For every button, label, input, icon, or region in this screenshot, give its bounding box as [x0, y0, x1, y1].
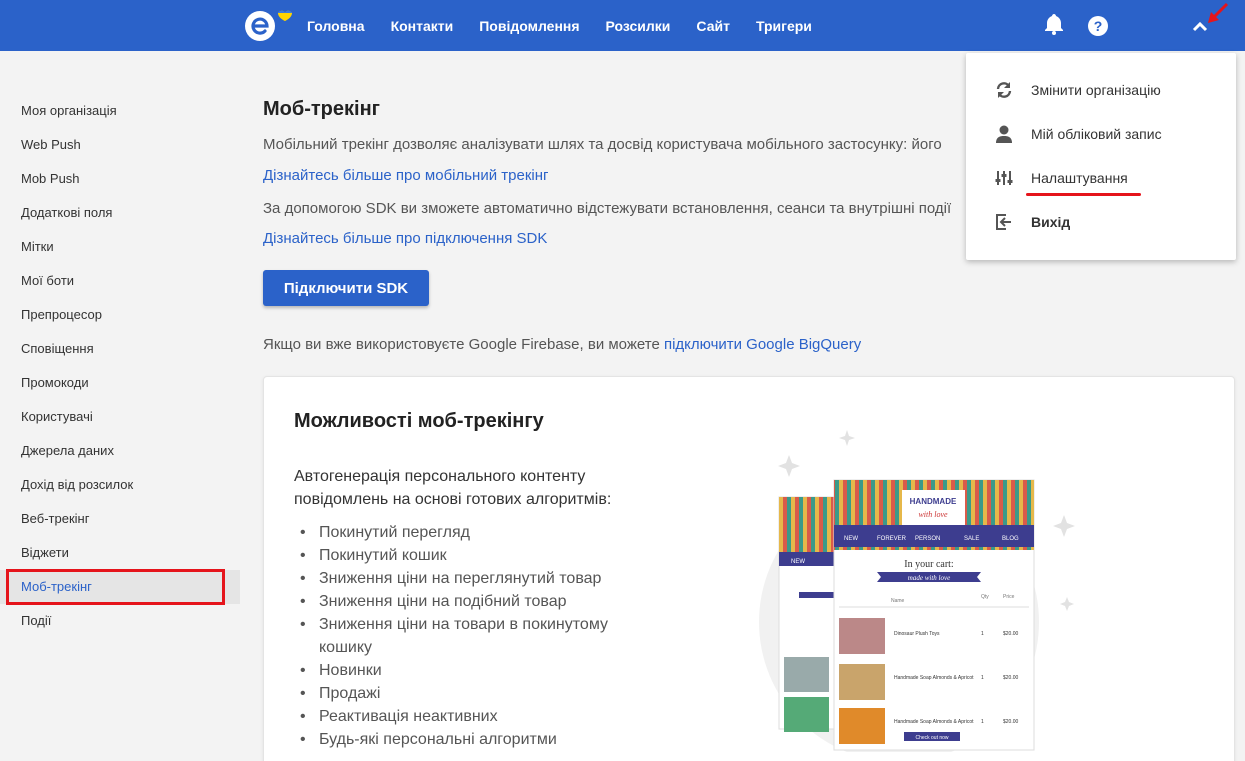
menu-item-label: Налаштування — [1031, 170, 1128, 186]
cart-row-qty: 1 — [981, 631, 984, 637]
nav-new-label: NEW — [791, 559, 805, 565]
email-cart-illustration: NEW HANDMADE with love NEW FOREVER PERSO… — [759, 430, 1075, 752]
main-nav: Головна Контакти Повідомлення Розсилки С… — [307, 0, 838, 51]
learn-more-sdk-link[interactable]: Дізнайтесь більше про підключення SDK — [263, 230, 547, 247]
sidebar-item-extra-fields[interactable]: Додаткові поля — [0, 196, 240, 230]
menu-item-label: Вихід — [1031, 214, 1071, 230]
nav-messages[interactable]: Повідомлення — [479, 18, 579, 34]
list-item: Реактивація неактивних — [294, 705, 654, 728]
cart-title: In your cart: — [904, 559, 953, 570]
bell-icon[interactable] — [1044, 13, 1064, 35]
checkout-button-label: Check out now — [915, 735, 948, 741]
sidebar-item-mob-push[interactable]: Mob Push — [0, 162, 240, 196]
sidebar-item-events[interactable]: Події — [0, 604, 240, 638]
menu-item-label: Мій обліковий запис — [1031, 126, 1162, 142]
list-item: Зниження ціни на переглянутий товар — [294, 567, 654, 590]
connect-bigquery-link[interactable]: підключити Google BigQuery — [664, 336, 861, 353]
intro-text: Мобільний трекінг дозволяє аналізувати ш… — [263, 136, 942, 153]
top-bar: Головна Контакти Повідомлення Розсилки С… — [0, 0, 1245, 51]
page-title: Моб-трекінг — [263, 98, 381, 120]
front-email-page: HANDMADE with love NEW FOREVER PERSON SA… — [833, 479, 1035, 751]
help-icon[interactable]: ? — [1087, 15, 1109, 37]
sparkle-icon — [1053, 515, 1075, 537]
nav-blog-label: BLOG — [1002, 536, 1019, 542]
brand-subtitle: with love — [918, 510, 948, 519]
sdk-text: За допомогою SDK ви зможете автоматично … — [263, 200, 952, 217]
firebase-text-label: Якщо ви вже використовуєте Google Fireba… — [263, 336, 664, 353]
sidebar-item-promocodes[interactable]: Промокоди — [0, 366, 240, 400]
logo-icon[interactable] — [244, 8, 292, 44]
firebase-text: Якщо ви вже використовуєте Google Fireba… — [263, 336, 861, 353]
sidebar-item-mob-tracking[interactable]: Моб-трекінг — [0, 569, 240, 605]
nav-contacts[interactable]: Контакти — [391, 18, 454, 34]
features-card: Можливості моб-трекінгу Автогенерація пе… — [263, 376, 1235, 761]
menu-item-my-account[interactable]: Мій обліковий запис — [966, 112, 1236, 156]
sidebar-item-notifications[interactable]: Сповіщення — [0, 332, 240, 366]
annotation-arrow-icon — [1208, 2, 1229, 23]
col-price-label: Price — [1003, 594, 1015, 600]
nav-home[interactable]: Головна — [307, 18, 365, 34]
nav-site[interactable]: Сайт — [696, 18, 730, 34]
list-item: Покинутий кошик — [294, 544, 654, 567]
sliders-icon — [995, 171, 1013, 185]
list-item: Зниження ціни на товари в покинутому кош… — [294, 613, 654, 659]
sidebar-item-tags[interactable]: Мітки — [0, 230, 240, 264]
learn-more-mob-tracking-link[interactable]: Дізнайтесь більше про мобільний трекінг — [263, 167, 548, 184]
list-item: Продажі — [294, 682, 654, 705]
card-description: Автогенерація персонального контенту пов… — [294, 468, 612, 508]
menu-item-switch-organization[interactable]: Змінити організацію — [966, 68, 1236, 112]
sparkle-icon — [1060, 597, 1074, 611]
sync-icon — [996, 82, 1012, 98]
nav-campaigns[interactable]: Розсилки — [606, 18, 671, 34]
logout-icon — [996, 214, 1011, 230]
settings-sidebar: Моя організація Web Push Mob Push Додатк… — [0, 94, 240, 638]
cart-row-qty: 1 — [981, 719, 984, 725]
list-item: Новинки — [294, 659, 654, 682]
menu-item-logout[interactable]: Вихід — [966, 200, 1236, 244]
cart-row-name: Handmade Soap Almonds & Apricot — [894, 719, 974, 725]
user-icon — [996, 125, 1012, 143]
cart-row-name: Handmade Soap Almonds & Apricot — [894, 675, 974, 681]
sidebar-item-revenue[interactable]: Дохід від розсилок — [0, 468, 240, 502]
list-item: Будь-які персональні алгоритми — [294, 728, 654, 751]
settings-highlight-underline — [1026, 193, 1141, 196]
cart-row-price: $20.00 — [1003, 719, 1019, 725]
nav-triggers[interactable]: Тригери — [756, 18, 812, 34]
sidebar-item-preprocessor[interactable]: Препроцесор — [0, 298, 240, 332]
sidebar-item-organization[interactable]: Моя організація — [0, 94, 240, 128]
col-name-label: Name — [891, 598, 905, 604]
sidebar-item-web-push[interactable]: Web Push — [0, 128, 240, 162]
svg-text:?: ? — [1094, 18, 1103, 34]
list-item: Зниження ціни на подібний товар — [294, 590, 654, 613]
list-item: Покинутий перегляд — [294, 521, 654, 544]
card-title: Можливості моб-трекінгу — [294, 410, 544, 432]
brand-title: HANDMADE — [910, 497, 957, 506]
col-qty-label: Qty — [981, 594, 989, 600]
sparkle-icon — [778, 455, 800, 477]
sidebar-item-data-sources[interactable]: Джерела даних — [0, 434, 240, 468]
nav-new-label: NEW — [844, 536, 858, 542]
cart-row-price: $20.00 — [1003, 675, 1019, 681]
cart-row-name: Dinosaur Plush Toys — [894, 631, 940, 637]
sidebar-item-widgets[interactable]: Віджети — [0, 536, 240, 570]
user-menu-dropdown: Змінити організацію Мій обліковий запис … — [966, 53, 1236, 260]
nav-sale-label: SALE — [964, 536, 979, 542]
sparkle-icon — [839, 430, 855, 446]
cart-row-price: $20.00 — [1003, 631, 1019, 637]
menu-item-label: Змінити організацію — [1031, 82, 1161, 98]
sidebar-item-bots[interactable]: Мої боти — [0, 264, 240, 298]
cart-row-qty: 1 — [981, 675, 984, 681]
sidebar-item-users[interactable]: Користувачі — [0, 400, 240, 434]
nav-forever-label: FOREVER — [877, 536, 907, 542]
nav-person-label: PERSON — [915, 536, 940, 542]
feature-list: Покинутий перегляд Покинутий кошик Зниже… — [294, 521, 654, 751]
sidebar-item-web-tracking[interactable]: Веб-трекінг — [0, 502, 240, 536]
connect-sdk-button[interactable]: Підключити SDK — [263, 270, 429, 306]
cart-subtitle: made with love — [908, 574, 950, 582]
